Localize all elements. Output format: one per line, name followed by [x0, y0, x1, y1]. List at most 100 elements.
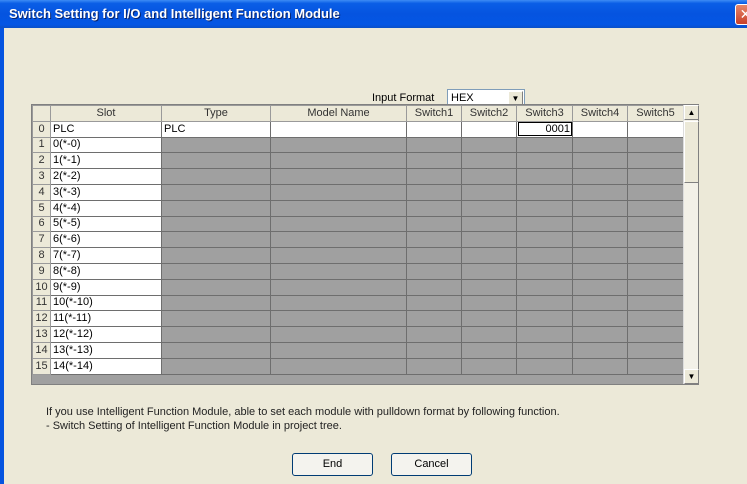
switch3-cell[interactable]	[516, 231, 573, 249]
type-cell[interactable]	[161, 183, 271, 201]
model-name-cell[interactable]	[270, 310, 407, 328]
table-row[interactable]: 7 6(*-6)	[32, 231, 684, 249]
type-cell[interactable]	[161, 357, 271, 375]
table-row[interactable]: 15 14(*-14)	[32, 357, 684, 375]
type-cell[interactable]	[161, 326, 271, 343]
switch2-cell[interactable]	[461, 152, 517, 170]
switch1-cell[interactable]	[406, 136, 462, 154]
switch3-cell[interactable]	[516, 341, 573, 359]
switch4-cell[interactable]	[572, 310, 628, 328]
column-header-switch4[interactable]: Switch4	[572, 105, 628, 122]
switch4-cell[interactable]	[572, 294, 628, 312]
column-header-switch2[interactable]: Switch2	[461, 105, 517, 122]
switch5-cell[interactable]	[627, 120, 684, 138]
switch5-cell[interactable]	[627, 341, 684, 359]
switch4-cell[interactable]	[572, 199, 628, 217]
switch2-cell[interactable]	[461, 341, 517, 359]
switch1-cell[interactable]	[406, 168, 462, 185]
switch1-cell[interactable]	[406, 326, 462, 343]
type-cell[interactable]	[161, 231, 271, 249]
switch3-cell[interactable]	[516, 183, 573, 201]
switch3-cell[interactable]	[516, 326, 573, 343]
switch2-cell[interactable]	[461, 183, 517, 201]
type-cell[interactable]	[161, 152, 271, 170]
switch3-cell[interactable]	[516, 168, 573, 185]
switch5-cell[interactable]	[627, 231, 684, 249]
switch2-cell[interactable]	[461, 357, 517, 375]
model-name-cell[interactable]	[270, 357, 407, 375]
switch5-cell[interactable]	[627, 357, 684, 375]
switch4-cell[interactable]	[572, 183, 628, 201]
table-row[interactable]: 11 10(*-10)	[32, 294, 684, 312]
switch2-cell[interactable]	[461, 326, 517, 343]
switch1-cell[interactable]	[406, 199, 462, 217]
switch3-cell[interactable]	[516, 357, 573, 375]
switch4-cell[interactable]	[572, 262, 628, 280]
switch5-cell[interactable]	[627, 247, 684, 264]
switch2-cell[interactable]	[461, 168, 517, 185]
switch3-cell[interactable]	[516, 152, 573, 170]
switch1-cell[interactable]	[406, 294, 462, 312]
switch2-cell[interactable]	[461, 120, 517, 138]
switch3-cell[interactable]	[516, 310, 573, 328]
model-name-cell[interactable]	[270, 215, 407, 233]
switch1-cell[interactable]	[406, 231, 462, 249]
cancel-button[interactable]: Cancel	[391, 453, 472, 476]
switch1-cell[interactable]	[406, 247, 462, 264]
scroll-up-icon[interactable]: ▲	[684, 105, 699, 120]
table-row[interactable]: 5 4(*-4)	[32, 199, 684, 217]
model-name-cell[interactable]	[270, 278, 407, 296]
switch2-cell[interactable]	[461, 231, 517, 249]
model-name-cell[interactable]	[270, 247, 407, 264]
model-name-cell[interactable]	[270, 341, 407, 359]
model-name-cell[interactable]	[270, 136, 407, 154]
switch4-cell[interactable]	[572, 136, 628, 154]
switch3-cell[interactable]	[516, 136, 573, 154]
switch5-cell[interactable]	[627, 262, 684, 280]
scrollbar-thumb[interactable]	[684, 121, 699, 183]
model-name-cell[interactable]	[270, 294, 407, 312]
switch5-cell[interactable]	[627, 183, 684, 201]
switch2-cell[interactable]	[461, 199, 517, 217]
type-cell[interactable]	[161, 341, 271, 359]
switch4-cell[interactable]	[572, 231, 628, 249]
switch3-cell[interactable]	[516, 278, 573, 296]
switch1-cell[interactable]	[406, 120, 462, 138]
switch4-cell[interactable]	[572, 278, 628, 296]
switch1-cell[interactable]	[406, 278, 462, 296]
column-header-model-name[interactable]: Model Name	[270, 105, 407, 122]
column-header-switch1[interactable]: Switch1	[406, 105, 462, 122]
switch1-cell[interactable]	[406, 357, 462, 375]
switch4-cell[interactable]	[572, 215, 628, 233]
table-row[interactable]: 10 9(*-9)	[32, 278, 684, 296]
model-name-cell[interactable]	[270, 199, 407, 217]
switch5-cell[interactable]	[627, 199, 684, 217]
switch4-cell[interactable]	[572, 120, 628, 138]
column-header-switch5[interactable]: Switch5	[627, 105, 684, 122]
type-cell[interactable]	[161, 136, 271, 154]
close-button[interactable]: ✕	[735, 4, 747, 25]
switch5-cell[interactable]	[627, 152, 684, 170]
switch5-cell[interactable]	[627, 278, 684, 296]
grid-vertical-scrollbar[interactable]: ▲ ▼	[683, 105, 699, 384]
switch4-cell[interactable]	[572, 168, 628, 185]
switch5-cell[interactable]	[627, 136, 684, 154]
switch4-cell[interactable]	[572, 152, 628, 170]
table-row[interactable]: 8 7(*-7)	[32, 247, 684, 264]
model-name-cell[interactable]	[270, 152, 407, 170]
model-name-cell[interactable]	[270, 326, 407, 343]
table-row[interactable]: 13 12(*-12)	[32, 326, 684, 343]
column-header-type[interactable]: Type	[161, 105, 271, 122]
switch3-cell[interactable]	[516, 262, 573, 280]
type-cell[interactable]	[161, 215, 271, 233]
type-cell[interactable]	[161, 168, 271, 185]
switch4-cell[interactable]	[572, 341, 628, 359]
switch2-cell[interactable]	[461, 294, 517, 312]
table-row[interactable]: 9 8(*-8)	[32, 262, 684, 280]
switch3-cell[interactable]	[516, 294, 573, 312]
switch3-cell[interactable]	[516, 247, 573, 264]
switch1-cell[interactable]	[406, 310, 462, 328]
switch2-cell[interactable]	[461, 136, 517, 154]
model-name-cell[interactable]	[270, 231, 407, 249]
scroll-down-icon[interactable]: ▼	[684, 369, 699, 384]
